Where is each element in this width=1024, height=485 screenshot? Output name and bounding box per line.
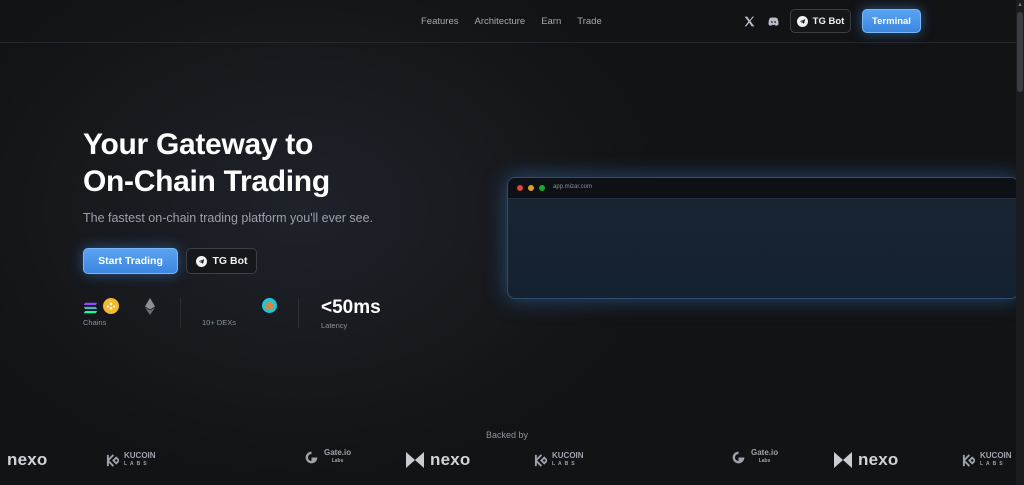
telegram-icon	[796, 15, 808, 27]
start-trading-button[interactable]: Start Trading	[83, 248, 178, 274]
kucoin-labs-logo: KUCOIN LABS	[106, 452, 156, 468]
tg-bot-label: TG Bot	[812, 15, 845, 27]
nexo-wordmark: nexo	[430, 450, 471, 469]
kucoin-labs-wordmark: LABS	[124, 461, 150, 467]
nexo-icon	[834, 452, 852, 468]
tg-bot-hero-label: TG Bot	[212, 255, 248, 267]
terminal-button[interactable]: Terminal	[862, 9, 921, 33]
hero-title-line-1: Your Gateway to	[83, 128, 313, 161]
gateio-labs-logo: Gate.io Labs	[731, 449, 778, 465]
kucoin-icon	[106, 453, 119, 467]
discord-icon[interactable]	[765, 13, 781, 29]
hero-subtitle: The fastest on-chain trading platform yo…	[83, 211, 374, 225]
app-preview-window: app.mizar.com	[507, 177, 1019, 299]
scrollbar-thumb[interactable]	[1017, 12, 1023, 92]
dexes-label: 10+ DEXs	[202, 318, 236, 327]
page-scrollbar[interactable]: ▲	[1016, 0, 1024, 485]
kucoin-icon	[962, 453, 975, 467]
latency-label: Latency	[321, 321, 348, 330]
stats-divider	[298, 298, 299, 328]
latency-value: <50ms	[321, 297, 381, 318]
maximize-dot-icon	[539, 185, 545, 191]
gateio-wordmark: Gate.io	[751, 448, 779, 457]
solana-icon	[83, 301, 98, 314]
kucoin-wordmark: KUCOIN	[124, 451, 156, 460]
bnb-icon	[103, 298, 119, 314]
minimize-dot-icon	[528, 185, 534, 191]
gateio-labs-wordmark: Labs	[758, 458, 771, 464]
gateio-icon	[305, 451, 318, 463]
kucoin-icon	[534, 453, 547, 467]
scroll-up-icon[interactable]: ▲	[1017, 2, 1023, 8]
gateio-labs-wordmark: Labs	[331, 458, 344, 464]
gateio-labs-logo: Gate.io Labs	[304, 449, 351, 465]
nexo-wordmark: nexo	[7, 450, 48, 469]
tg-bot-button-header[interactable]: TG Bot	[790, 9, 851, 33]
gateio-wordmark: Gate.io	[324, 448, 352, 457]
telegram-icon	[195, 255, 207, 267]
kucoin-labs-logo: KUCOIN LABS	[962, 452, 1012, 468]
backed-by-label: Backed by	[486, 430, 529, 440]
kucoin-wordmark: KUCOIN	[980, 451, 1012, 460]
nexo-icon	[406, 452, 424, 468]
main-nav: Features Architecture Earn Trade	[421, 16, 618, 27]
stats-divider	[180, 298, 181, 328]
nav-architecture[interactable]: Architecture	[475, 16, 526, 27]
nexo-wordmark: nexo	[858, 450, 899, 469]
kucoin-wordmark: KUCOIN	[552, 451, 584, 460]
x-twitter-icon[interactable]	[741, 13, 757, 29]
nav-features[interactable]: Features	[421, 16, 459, 27]
kucoin-labs-logo: KUCOIN LABS	[534, 452, 584, 468]
kucoin-labs-wordmark: LABS	[980, 461, 1006, 467]
gateio-icon	[732, 451, 745, 463]
browser-titlebar: app.mizar.com	[508, 178, 1018, 199]
nexo-logo: nexo	[405, 450, 470, 470]
ethereum-icon	[145, 298, 155, 315]
top-navbar: Features Architecture Earn Trade TG Bot …	[0, 0, 1016, 43]
kucoin-labs-wordmark: LABS	[552, 461, 578, 467]
nav-earn[interactable]: Earn	[541, 16, 561, 27]
nav-trade[interactable]: Trade	[577, 16, 601, 27]
nexo-logo: nexo	[7, 450, 47, 470]
tg-bot-button-hero[interactable]: TG Bot	[186, 248, 257, 274]
close-dot-icon	[517, 185, 523, 191]
chains-label: Chains	[83, 318, 107, 327]
pancakeswap-icon	[262, 298, 277, 313]
hero-title-line-2: On-Chain Trading	[83, 165, 330, 198]
browser-url: app.mizar.com	[553, 184, 593, 190]
hero-title: Your Gateway to On-Chain Trading	[83, 126, 443, 200]
nexo-logo: nexo	[833, 450, 898, 470]
